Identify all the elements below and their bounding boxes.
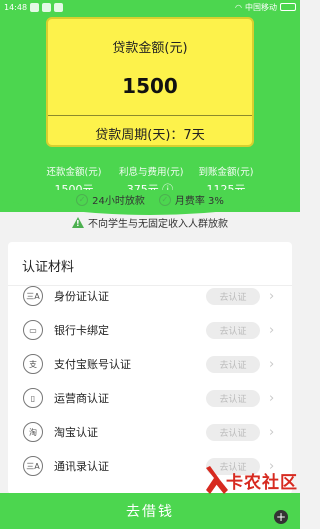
auth-item-taobao[interactable]: 淘 淘宝认证 去认证 › — [8, 415, 292, 449]
perk-fast: ✓ 24小时放款 — [76, 192, 145, 207]
chevron-right-icon: › — [269, 424, 275, 440]
phone-icon: ▯ — [23, 388, 43, 408]
verify-button[interactable]: 去认证 — [206, 423, 260, 441]
auth-item-label: 淘宝认证 — [54, 426, 98, 439]
verify-button[interactable]: 去认证 — [206, 287, 260, 305]
perk-warning: ! 不向学生与无固定收入人群放款 — [72, 215, 228, 230]
app-icon — [54, 2, 64, 12]
amount-label: 贷款金额(元) — [112, 41, 188, 56]
alipay-icon: 支 — [23, 354, 43, 374]
bank-card-icon: ▭ — [23, 320, 43, 340]
loan-card: 贷款金额(元) 1500 贷款周期(天)：7天 — [46, 17, 254, 147]
taobao-icon: 淘 — [23, 422, 43, 442]
chevron-right-icon: › — [269, 288, 275, 304]
status-bar: 14:48 ◠ 中国移动 — [0, 0, 300, 14]
perk-warning-label: 不向学生与无固定收入人群放款 — [88, 219, 228, 230]
header-panel: 贷款金额(元) 1500 贷款周期(天)：7天 还款金额(元) 1500元 利息… — [0, 14, 300, 212]
plus-icon: + — [274, 510, 288, 524]
perks: ✓ 24小时放款 ✓ 月费率 3% ! 不向学生与无固定收入人群放款 — [0, 192, 300, 230]
chevron-right-icon: › — [269, 390, 275, 406]
repay-amount-label: 还款金额(元) — [46, 167, 102, 178]
clock: 14:48 — [4, 2, 28, 12]
auth-item-alipay[interactable]: 支 支付宝账号认证 去认证 › — [8, 347, 292, 381]
card-divider — [48, 115, 252, 116]
contacts-icon: 三A — [23, 456, 43, 476]
received-amount-label: 到账金额(元) — [198, 167, 254, 178]
perk-rate-label: 月费率 3% — [174, 196, 224, 207]
verify-button[interactable]: 去认证 — [206, 355, 260, 373]
auth-item-label: 运营商认证 — [54, 392, 109, 405]
verify-button[interactable]: 去认证 — [206, 321, 260, 339]
amount-value[interactable]: 1500 — [48, 74, 252, 98]
wifi-icon: ◠ — [235, 2, 242, 12]
notification-icon — [30, 2, 40, 12]
perk-rate: ✓ 月费率 3% — [158, 192, 224, 207]
watermark-text: 卡农社区 — [226, 473, 298, 493]
auth-item-label: 支付宝账号认证 — [54, 358, 131, 371]
battery-icon — [280, 3, 296, 11]
interest-fees-label: 利息与费用(元) — [119, 167, 184, 178]
chevron-right-icon: › — [269, 356, 275, 372]
perk-fast-label: 24小时放款 — [92, 196, 145, 207]
loan-period[interactable]: 贷款周期(天)：7天 — [48, 124, 252, 143]
check-icon: ✓ — [76, 193, 89, 206]
verify-button[interactable]: 去认证 — [206, 389, 260, 407]
auth-title: 认证材料 — [22, 260, 75, 275]
auth-item-carrier[interactable]: ▯ 运营商认证 去认证 › — [8, 381, 292, 415]
auth-item-id-card[interactable]: 三A 身份证认证 去认证 › — [8, 279, 292, 313]
auth-item-label: 身份证认证 — [54, 290, 109, 303]
carrier: 中国移动 — [245, 2, 277, 12]
chevron-right-icon: › — [269, 322, 275, 338]
auth-item-label: 银行卡绑定 — [54, 324, 109, 337]
id-card-icon: 三A — [23, 286, 43, 306]
auth-item-bank-card[interactable]: ▭ 银行卡绑定 去认证 › — [8, 313, 292, 347]
auth-item-label: 通讯录认证 — [54, 460, 109, 473]
warning-icon: ! — [72, 217, 84, 228]
watermark-logo: 卡农社区 + — [200, 454, 300, 524]
qq-icon — [42, 2, 52, 12]
check-icon: ✓ — [158, 193, 171, 206]
